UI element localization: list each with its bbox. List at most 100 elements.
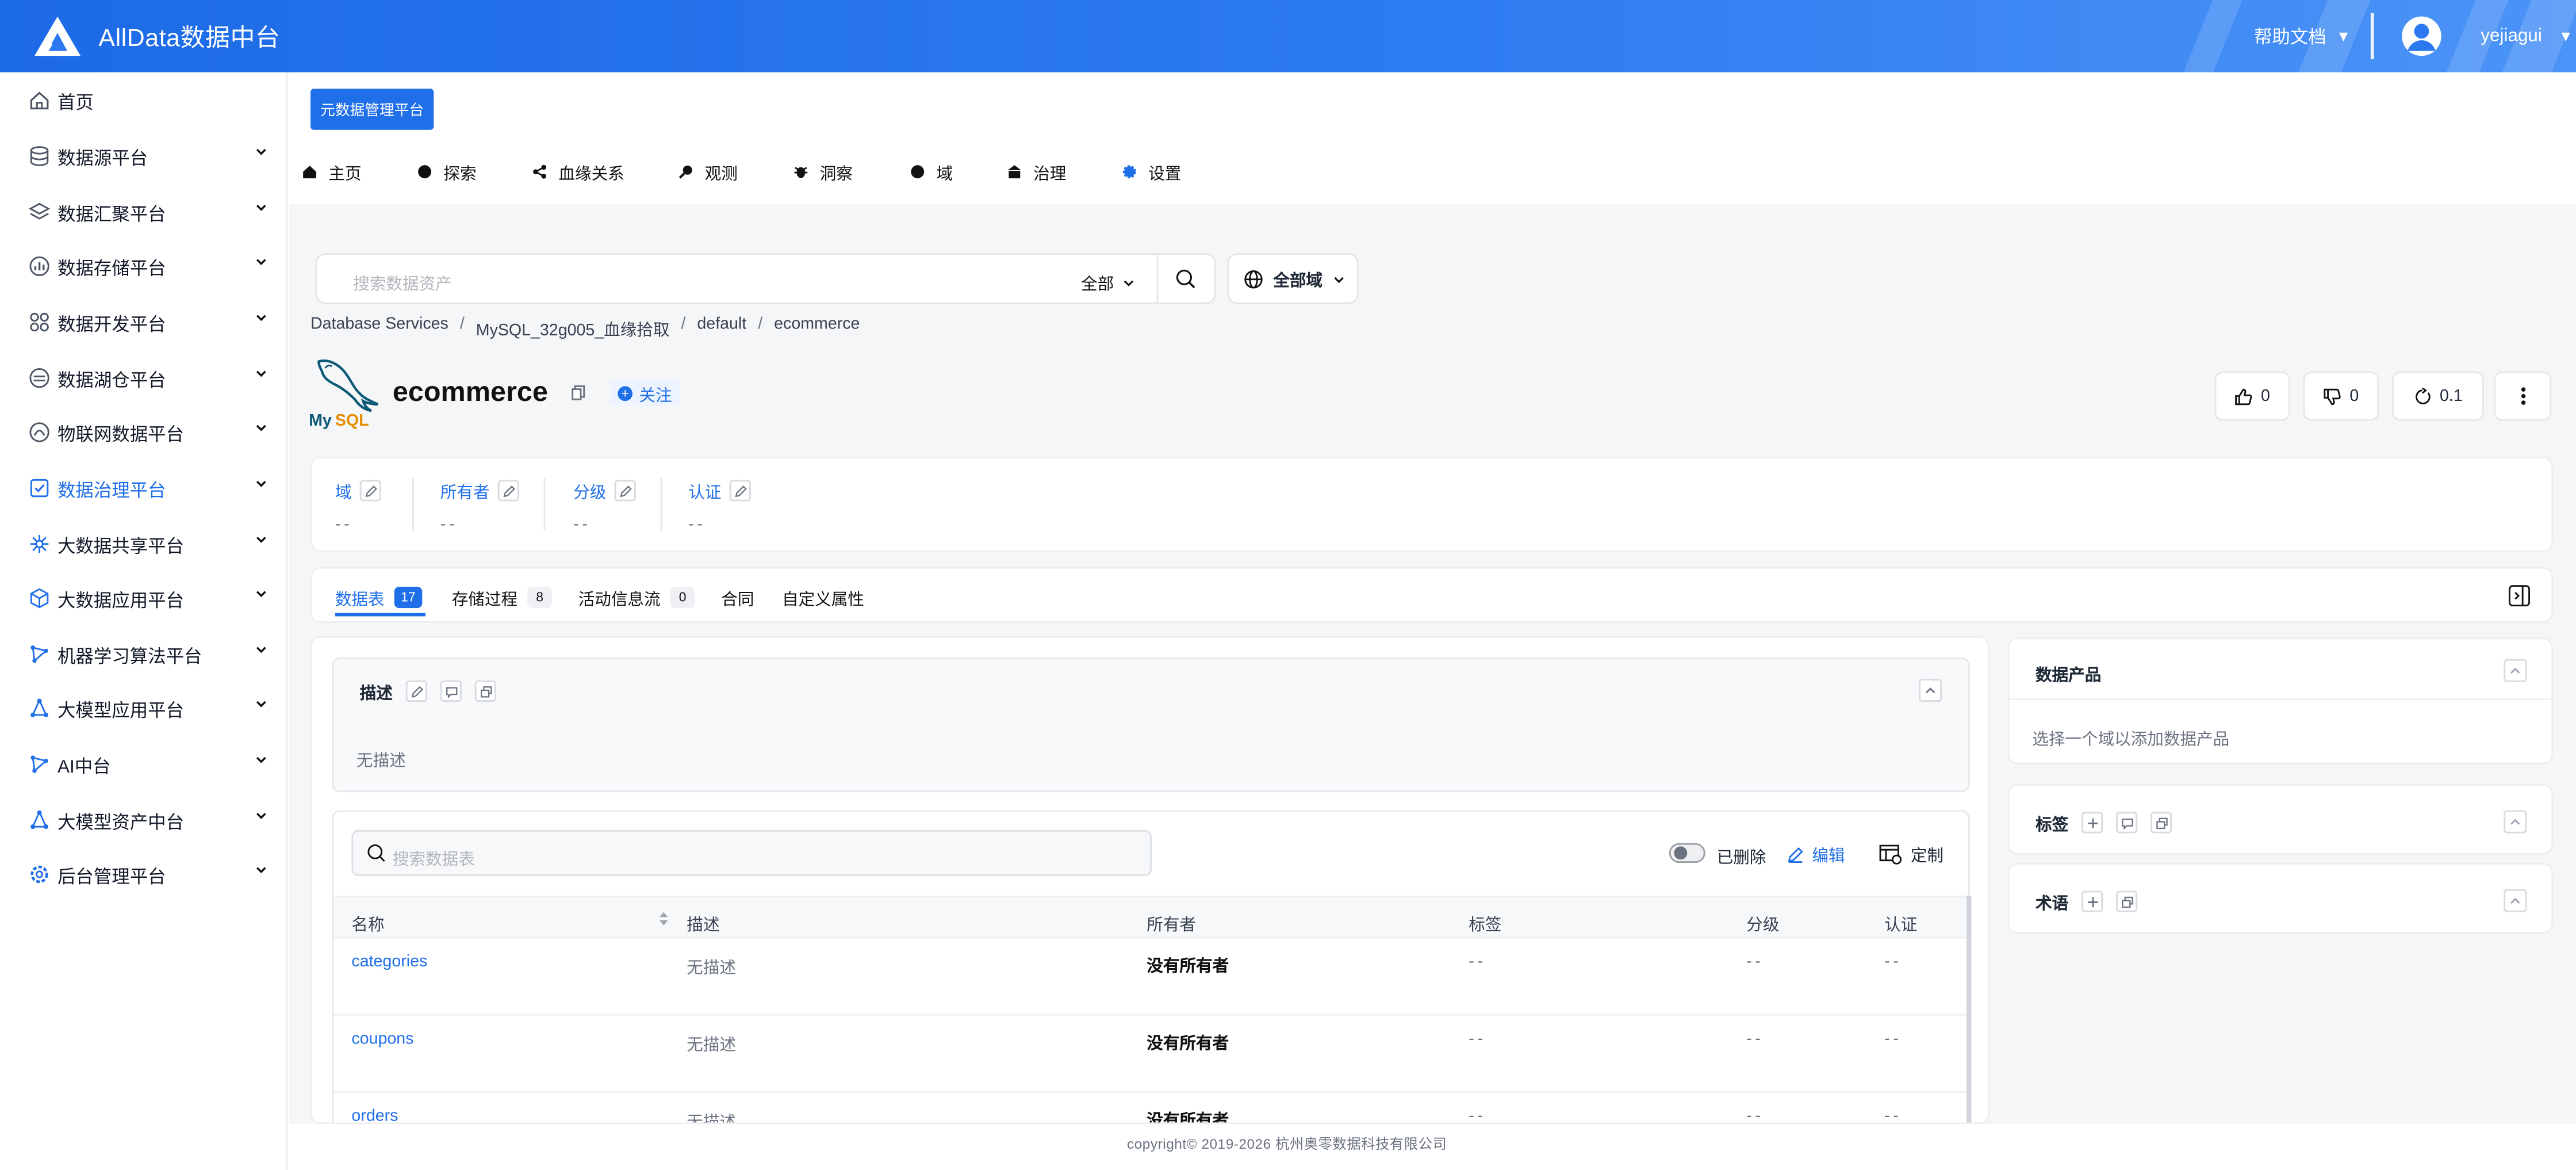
- svg-text:My: My: [309, 411, 332, 430]
- edit-button[interactable]: 编辑: [1788, 842, 1845, 866]
- sidebar-item-home[interactable]: 首页: [0, 81, 288, 120]
- edit-icon[interactable]: [405, 680, 427, 702]
- description-card: 描述 无描述: [332, 657, 1970, 793]
- sidebar-item-ml[interactable]: 机器学习算法平台: [0, 634, 288, 674]
- panel-toggle-icon[interactable]: [2508, 585, 2530, 607]
- chevron-down-icon: [256, 204, 266, 211]
- more-options-button[interactable]: [2494, 371, 2552, 421]
- conversation-icon[interactable]: [2150, 812, 2172, 833]
- add-icon[interactable]: [2082, 812, 2103, 833]
- help-docs-menu[interactable]: 帮助文档 ▼: [2254, 23, 2351, 49]
- globe-icon: [1244, 269, 1263, 288]
- search-icon[interactable]: [1175, 268, 1196, 289]
- sidebar-item-sharing[interactable]: 大数据共享平台: [0, 524, 288, 564]
- sidebar-item-iot[interactable]: 物联网数据平台: [0, 412, 288, 452]
- request-description-icon[interactable]: [440, 680, 462, 702]
- edit-icon[interactable]: [497, 480, 519, 502]
- breadcrumb-separator: /: [459, 315, 465, 334]
- search-scope-label: 全部: [1081, 276, 1114, 295]
- edit-icon[interactable]: [359, 480, 381, 502]
- deleted-toggle[interactable]: [1669, 843, 1705, 863]
- table-search-input[interactable]: 搜索数据表: [351, 829, 1152, 876]
- chevron-down-icon: [256, 647, 266, 653]
- sidebar-item-label: 数据汇聚平台: [57, 205, 166, 225]
- asset-search-bar[interactable]: 搜索数据资产 全部: [315, 253, 1216, 304]
- edit-icon[interactable]: [729, 480, 751, 502]
- breadcrumb-separator: /: [681, 315, 686, 334]
- user-menu[interactable]: yejiagui ▼: [2402, 16, 2573, 56]
- collapse-up-icon[interactable]: [2504, 659, 2527, 682]
- collapse-up-icon[interactable]: [2504, 810, 2527, 833]
- table-owner: 没有所有者: [1147, 958, 1229, 977]
- sidebar-item-model-asset[interactable]: 大模型资产中台: [0, 800, 288, 840]
- lake-icon: [29, 368, 49, 388]
- chevron-down-icon: [256, 701, 266, 708]
- tab-stored-procedures[interactable]: 存储过程 8: [452, 585, 552, 610]
- sort-icon[interactable]: [659, 911, 669, 927]
- search-scope-select[interactable]: 全部: [1081, 270, 1135, 295]
- customize-button[interactable]: 定制: [1879, 842, 1943, 866]
- property-tier: 分级 --: [573, 478, 636, 534]
- breadcrumb-separator: /: [758, 315, 763, 334]
- breadcrumb-item[interactable]: MySQL_32g005_血缘拾取: [476, 316, 670, 340]
- table-scrollbar[interactable]: [1966, 896, 1972, 1123]
- collapse-up-icon[interactable]: [1919, 679, 1942, 702]
- tab-contract[interactable]: 合同: [721, 585, 754, 610]
- copy-icon[interactable]: [570, 385, 586, 402]
- sidebar-item-datasource[interactable]: 数据源平台: [0, 136, 288, 176]
- tab-count-badge: 8: [527, 587, 552, 609]
- dislike-button[interactable]: 0: [2303, 371, 2379, 421]
- edit-label: 编辑: [1812, 848, 1845, 866]
- request-tags-icon[interactable]: [2116, 812, 2138, 833]
- sidebar-item-model-app[interactable]: 大模型应用平台: [0, 689, 288, 728]
- sidebar-item-application[interactable]: 大数据应用平台: [0, 579, 288, 618]
- sidebar-item-development[interactable]: 数据开发平台: [0, 303, 288, 342]
- nav-item-home[interactable]: 主页: [302, 159, 362, 183]
- sidebar-item-label: 机器学习算法平台: [57, 647, 202, 667]
- card-divider: [2009, 698, 2552, 701]
- governance-icon: [1007, 164, 1021, 178]
- nav-item-governance[interactable]: 治理: [1007, 159, 1066, 183]
- breadcrumb-item[interactable]: Database Services: [310, 316, 448, 341]
- conversation-icon[interactable]: [2116, 890, 2138, 912]
- nav-item-explore[interactable]: 探索: [417, 159, 477, 183]
- plus-icon: +: [618, 385, 632, 400]
- like-button[interactable]: 0: [2214, 371, 2290, 421]
- sidebar-item-ai[interactable]: AI中台: [0, 744, 288, 784]
- version-button[interactable]: 0.1: [2392, 371, 2484, 421]
- nav-item-observe[interactable]: 观测: [678, 159, 738, 183]
- nav-item-insight[interactable]: 洞察: [793, 159, 853, 183]
- sidebar-item-convergence[interactable]: 数据汇聚平台: [0, 192, 288, 232]
- table-name-link[interactable]: categories: [351, 953, 427, 971]
- metadata-platform-button[interactable]: 元数据管理平台: [310, 89, 434, 130]
- chevron-down-icon: [256, 259, 266, 265]
- table-name-link[interactable]: orders: [351, 1108, 398, 1123]
- sidebar-item-storage[interactable]: 数据存储平台: [0, 247, 288, 286]
- collapse-up-icon[interactable]: [2504, 889, 2527, 912]
- add-icon[interactable]: [2082, 890, 2103, 912]
- follow-button[interactable]: + 关注: [610, 380, 680, 406]
- brand[interactable]: AllData数据中台: [33, 13, 280, 59]
- tab-custom-properties[interactable]: 自定义属性: [782, 585, 864, 610]
- domain-select[interactable]: 全部域: [1227, 253, 1359, 304]
- tab-activity-feed[interactable]: 活动信息流 0: [578, 585, 695, 610]
- sidebar-item-label: 数据治理平台: [57, 481, 166, 502]
- tab-tables[interactable]: 数据表 17: [335, 585, 423, 610]
- asset-search-placeholder[interactable]: 搜索数据资产: [353, 270, 451, 294]
- column-header-name[interactable]: 名称: [351, 911, 384, 935]
- data-product-description: 选择一个域以添加数据产品: [2032, 731, 2230, 750]
- nav-item-settings[interactable]: 设置: [1122, 159, 1181, 183]
- breadcrumb-item[interactable]: default: [697, 316, 746, 341]
- edit-icon[interactable]: [614, 480, 636, 502]
- sidebar-item-lakehouse[interactable]: 数据湖仓平台: [0, 358, 288, 398]
- sidebar-item-admin[interactable]: 后台管理平台: [0, 855, 288, 894]
- table-name-link[interactable]: coupons: [351, 1030, 413, 1048]
- tab-count-badge: 0: [670, 587, 695, 609]
- conversation-icon[interactable]: [474, 680, 496, 702]
- entity-properties: 域 -- 所有者 -- 分级 -- 认证 --: [310, 457, 2553, 552]
- mysql-logo-icon: My SQL: [309, 360, 379, 430]
- property-label: 所有者: [440, 484, 490, 503]
- nav-item-domain[interactable]: 域: [910, 159, 953, 183]
- sidebar-item-governance[interactable]: 数据治理平台: [0, 468, 288, 508]
- nav-item-lineage[interactable]: 血缘关系: [532, 159, 624, 183]
